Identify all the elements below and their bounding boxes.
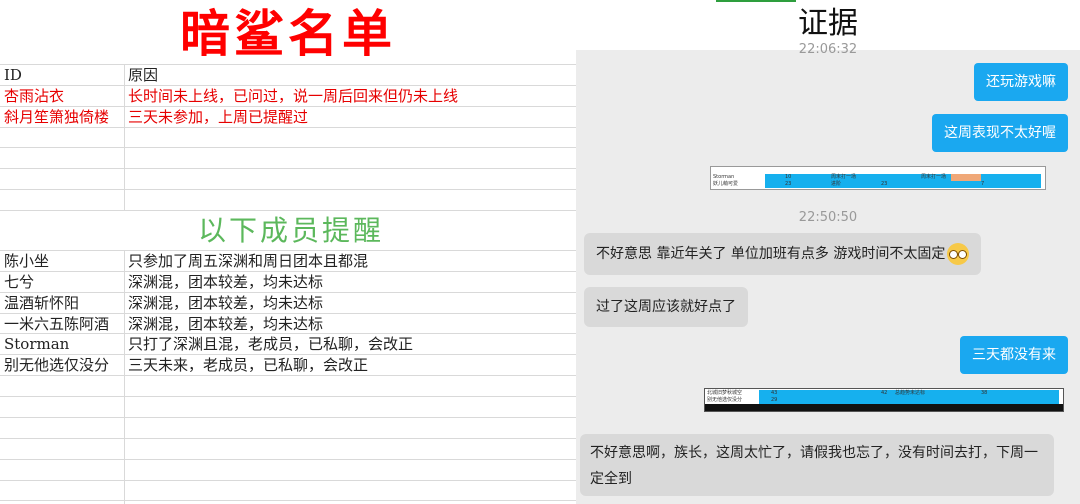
- row-line: [0, 459, 576, 460]
- evidence-title: 证据: [798, 6, 858, 41]
- warning-section-title: 以下成员提醒: [197, 214, 384, 247]
- blacklist-reason[interactable]: 长时间未上线，已问过，说一周后回来但仍未上线: [128, 86, 574, 106]
- member-reason[interactable]: 深渊混，团本较差，均未达标: [128, 272, 574, 292]
- member-reason[interactable]: 只打了深渊且混，老成员，已私聊，会改正: [128, 334, 574, 354]
- column-divider: [124, 250, 125, 504]
- flushed-face-emoji-icon: [947, 243, 970, 265]
- table-cell: 总趋势未达标: [895, 390, 926, 396]
- blacklist-name[interactable]: 斜月笙箫独倚楼: [4, 107, 122, 127]
- table-cell: 7: [981, 181, 985, 187]
- row-line: [0, 480, 576, 481]
- header-reason[interactable]: 原因: [128, 65, 574, 85]
- message-bubble-sent[interactable]: 三天都没有来: [960, 336, 1068, 374]
- table-row-label: 北城旧梦秋城空: [707, 390, 743, 396]
- table-row-label: 妖儿萌可爱: [713, 181, 739, 187]
- table-cell: 周末打一场: [831, 174, 857, 180]
- table-cell: 42: [881, 390, 888, 396]
- chat-evidence-panel: 证据 22:06:32 还玩游戏嘛 这周表现不太好喔 Storman 妖儿萌可爱…: [576, 0, 1080, 504]
- spreadsheet: 暗鲨名单 ID 原因 杏雨沾衣 长时间未上线，已问过，说一周后回来但仍未上线 斜…: [0, 0, 576, 504]
- message-bubble-received[interactable]: 不好意思 靠近年关了 单位加班有点多 游戏时间不太固定: [584, 233, 982, 275]
- message-bubble-received[interactable]: 过了这周应该就好点了: [584, 287, 748, 327]
- timestamp: 22:06:32: [798, 42, 858, 57]
- member-name[interactable]: 一米六五陈阿酒: [4, 314, 122, 334]
- header-id[interactable]: ID: [4, 65, 122, 85]
- message-bubble-sent[interactable]: 还玩游戏嘛: [974, 63, 1068, 101]
- member-name[interactable]: Storman: [4, 334, 122, 354]
- member-reason[interactable]: 深渊混，团本较差，均未达标: [128, 293, 574, 313]
- table-cell: 23: [785, 181, 792, 187]
- row-line: [0, 396, 576, 397]
- row-line: [0, 438, 576, 439]
- member-name[interactable]: 温酒斩怀阳: [4, 293, 122, 313]
- row-line: [0, 189, 576, 190]
- table-cell: 23: [881, 181, 888, 187]
- message-text: 不好意思 靠近年关了 单位加班有点多 游戏时间不太固定: [596, 246, 946, 262]
- blacklist-reason[interactable]: 三天未参加，上周已提醒过: [128, 107, 574, 127]
- row-line: [0, 417, 576, 418]
- member-name[interactable]: 陈小坐: [4, 251, 122, 271]
- table-cell: 29: [771, 397, 778, 403]
- header-accent-line: [716, 0, 796, 2]
- table-row-label: 别无他选仅没分: [707, 397, 743, 403]
- row-line: [0, 168, 576, 169]
- member-name[interactable]: 七兮: [4, 272, 122, 292]
- table-cell: 周末打一场: [921, 174, 947, 180]
- member-reason[interactable]: 深渊混，团本较差，均未达标: [128, 314, 574, 334]
- timestamp: 22:50:50: [798, 210, 858, 225]
- member-reason[interactable]: 只参加了周五深渊和周日团本且都混: [128, 251, 574, 271]
- row-line: [0, 375, 576, 376]
- table-row-label: Storman: [713, 174, 735, 180]
- table-cell: 10: [785, 174, 792, 180]
- row-line: [0, 127, 576, 128]
- attached-table-image[interactable]: 北城旧梦秋城空 别无他选仅没分 43 42 总趋势未达标 38 29: [704, 388, 1064, 412]
- member-name[interactable]: 别无他选仅没分: [4, 355, 122, 375]
- row-line: [0, 147, 576, 148]
- message-bubble-sent[interactable]: 这周表现不太好喔: [932, 114, 1068, 152]
- row-line: [0, 210, 576, 211]
- table-cell: 进阶: [831, 181, 842, 187]
- member-reason[interactable]: 三天未来，老成员，已私聊，会改正: [128, 355, 574, 375]
- blacklist-name[interactable]: 杏雨沾衣: [4, 86, 122, 106]
- row-line: [0, 500, 576, 501]
- sheet-title: 暗鲨名单: [180, 4, 396, 63]
- table-cell: 43: [771, 390, 778, 396]
- message-bubble-received[interactable]: 不好意思啊，族长，这周太忙了，请假我也忘了，没有时间去打，下周一定全到: [580, 434, 1054, 496]
- attached-table-image[interactable]: Storman 妖儿萌可爱 10 周末打一场 周末打一场 23 进阶 23 7: [710, 166, 1046, 190]
- table-cell: 38: [981, 390, 988, 396]
